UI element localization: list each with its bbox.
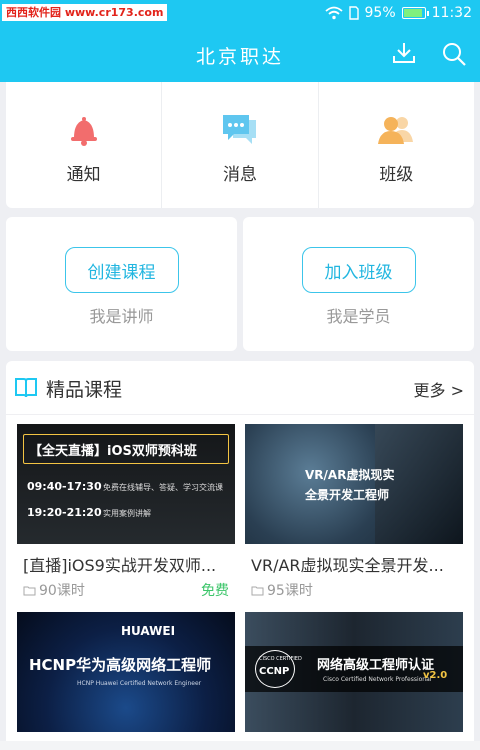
featured-header: 精品课程 更多 > <box>6 361 474 415</box>
course-thumbnail: HUAWEI HCNP华为高级网络工程师 HCNP Huawei Certifi… <box>17 612 235 732</box>
clock: 11:32 <box>431 5 472 21</box>
thumb-time-2: 19:20-21:20 <box>27 506 102 519</box>
course-card[interactable]: HUAWEI HCNP华为高级网络工程师 HCNP Huawei Certifi… <box>17 612 235 732</box>
course-thumbnail: 【全天直播】iOS双师预科班 09:40-17:30 免费在线辅导、答疑、学习交… <box>17 424 235 544</box>
teacher-label: 我是讲师 <box>89 307 154 326</box>
bottom-nav-partial <box>0 741 480 750</box>
thumb-title: 网络高级工程师认证 <box>317 658 435 673</box>
chat-icon <box>222 115 256 144</box>
thumb-brand: HUAWEI <box>121 624 176 638</box>
wifi-icon <box>324 6 343 20</box>
thumb-version: v2.0 <box>423 670 448 681</box>
course-hours: 90课时 <box>23 580 85 600</box>
join-class-button[interactable]: 加入班级 <box>301 247 416 293</box>
course-card[interactable]: 【全天直播】iOS双师预科班 09:40-17:30 免费在线辅导、答疑、学习交… <box>17 424 235 604</box>
folder-icon <box>251 586 264 595</box>
book-icon <box>15 378 37 398</box>
battery-percent: 95% <box>364 5 396 21</box>
search-icon[interactable] <box>440 40 468 68</box>
thumb-sub: HCNP Huawei Certified Network Engineer <box>77 680 202 687</box>
download-icon[interactable] <box>390 40 418 68</box>
watermark: 西西软件园 www.cr173.com <box>2 4 168 21</box>
watermark-text: 西西软件园 <box>6 6 61 19</box>
thumb-title: HCNP华为高级网络工程师 <box>29 656 212 674</box>
teacher-card: 创建课程 我是讲师 <box>6 217 237 351</box>
thumb-sub: Cisco Certified Network Professional <box>323 676 432 683</box>
student-label: 我是学员 <box>326 307 391 326</box>
quick-actions: 通知 消息 班级 <box>6 82 474 208</box>
thumb-line-1: VR/AR虚拟现实 <box>305 468 395 482</box>
thumb-line-2: 全景开发工程师 <box>305 488 390 502</box>
thumb-cisco: CISCO CERTIFIED <box>259 656 302 662</box>
student-card: 加入班级 我是学员 <box>243 217 474 351</box>
course-card[interactable]: CISCO CERTIFIED CCNP 网络高级工程师认证 Cisco Cer… <box>245 612 463 732</box>
battery-icon <box>401 7 429 19</box>
course-price: 免费 <box>201 583 229 599</box>
more-link[interactable]: 更多 > <box>414 377 465 401</box>
watermark-url: www.cr173.com <box>64 6 164 19</box>
folder-icon <box>23 586 36 595</box>
quick-item-message[interactable]: 消息 <box>162 82 319 208</box>
status-bar: 西西软件园 www.cr173.com 95% 11:32 <box>0 0 480 26</box>
quick-item-notice[interactable]: 通知 <box>6 82 163 208</box>
people-icon <box>378 117 414 144</box>
quick-label-class: 班级 <box>379 165 414 185</box>
thumb-text-2: 实用案例讲解 <box>103 509 151 518</box>
thumb-text-1: 免费在线辅导、答疑、学习交流课 <box>103 483 223 492</box>
sim-icon <box>348 6 359 20</box>
thumb-title: 【全天直播】iOS双师预科班 <box>29 444 197 459</box>
course-name: [直播]iOS9实战开发双师... <box>23 556 217 575</box>
status-indicators: 95% 11:32 <box>324 3 472 23</box>
app-bar: 北京职达 <box>0 26 480 82</box>
thumb-ccnp: CCNP <box>259 666 290 677</box>
thumb-time-1: 09:40-17:30 <box>27 480 102 493</box>
course-hours: 95课时 <box>251 580 313 600</box>
course-name: VR/AR虚拟现实全景开发... <box>251 556 444 575</box>
quick-label-notice: 通知 <box>66 165 101 185</box>
course-hours-text: 90课时 <box>39 583 85 599</box>
bell-icon <box>70 117 97 146</box>
quick-item-class[interactable]: 班级 <box>319 82 474 208</box>
quick-label-message: 消息 <box>222 165 257 185</box>
course-card[interactable]: VR/AR虚拟现实 全景开发工程师 VR/AR虚拟现实全景开发... 95课时 <box>245 424 463 604</box>
course-thumbnail: VR/AR虚拟现实 全景开发工程师 <box>245 424 463 544</box>
featured-title: 精品课程 <box>46 379 123 401</box>
course-thumbnail: CISCO CERTIFIED CCNP 网络高级工程师认证 Cisco Cer… <box>245 612 463 732</box>
course-hours-text: 95课时 <box>267 583 313 599</box>
featured-section: 精品课程 更多 > 【全天直播】iOS双师预科班 09:40-17:30 免费在… <box>6 361 474 741</box>
create-course-button[interactable]: 创建课程 <box>64 247 179 293</box>
